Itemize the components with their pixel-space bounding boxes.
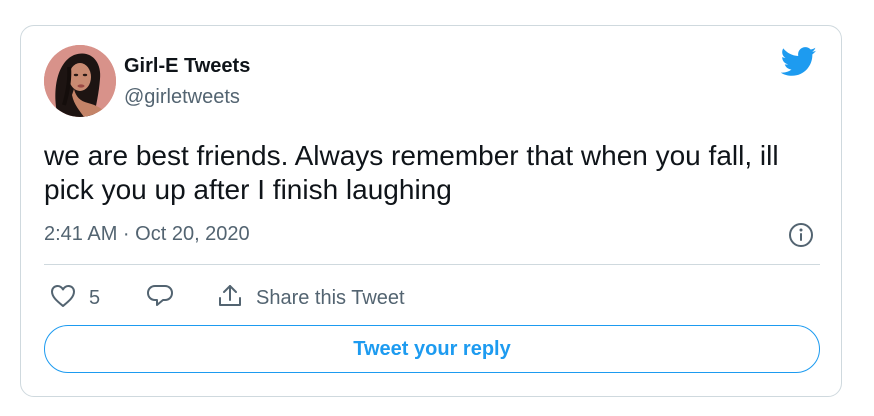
author-handle[interactable]: @girletweets	[124, 86, 240, 109]
twitter-bird-icon[interactable]	[780, 47, 817, 77]
comment-icon	[146, 283, 174, 314]
share-icon	[216, 283, 244, 314]
author-name[interactable]: Girl-E Tweets	[124, 55, 250, 78]
tweet-text: we are best friends. Always remember tha…	[44, 140, 779, 205]
tweet-timestamp[interactable]: 2:41 AM · Oct 20, 2020	[44, 223, 250, 246]
divider	[44, 264, 820, 265]
like-count: 5	[89, 287, 101, 309]
avatar-image	[44, 45, 116, 117]
like-button[interactable]: 5	[49, 283, 100, 314]
share-button[interactable]: Share this Tweet	[216, 283, 405, 314]
info-icon[interactable]	[788, 222, 814, 248]
heart-icon	[49, 283, 77, 314]
avatar[interactable]	[44, 45, 116, 117]
tweet-your-reply-button[interactable]: Tweet your reply	[44, 325, 820, 373]
reply-button[interactable]	[146, 283, 174, 314]
tweet-card: Girl-E Tweets @girletweets we are best f…	[20, 25, 842, 397]
share-label: Share this Tweet	[256, 287, 405, 309]
